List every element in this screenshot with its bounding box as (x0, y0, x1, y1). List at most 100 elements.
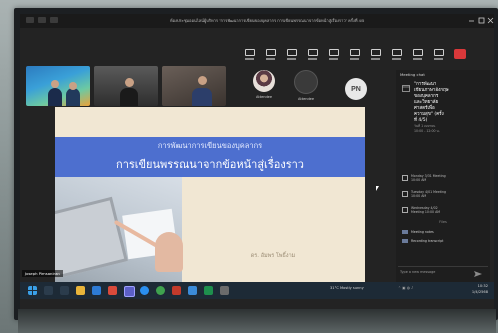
powerpoint-icon[interactable] (172, 286, 181, 295)
share-button[interactable] (433, 48, 444, 60)
participant-tile[interactable]: Attendee (290, 70, 322, 108)
react-icon (286, 48, 297, 56)
mouse-cursor-icon (376, 186, 379, 191)
back-icon[interactable] (38, 17, 46, 23)
office-icon[interactable] (108, 286, 117, 295)
search-icon[interactable] (44, 286, 53, 295)
toolbar-label (308, 57, 317, 60)
toolbar-label (413, 57, 422, 60)
participant-strip: Attendee Attendee (248, 70, 322, 110)
excel-icon[interactable] (204, 286, 213, 295)
schedule-item[interactable]: Tuesday 4/01 Meeting 10:00 AM (402, 190, 451, 198)
person-head (198, 76, 207, 85)
file-item[interactable]: Recording transcript (402, 239, 443, 243)
person-silhouette (120, 88, 138, 106)
video-tile-participant[interactable] (94, 66, 158, 106)
app-icon[interactable] (220, 286, 229, 295)
avatar (253, 70, 275, 92)
camera-icon (391, 48, 402, 56)
schedule-item[interactable]: Monday 3/31 Meeting 10:00 AM (402, 174, 451, 182)
share-icon (433, 48, 444, 56)
teams-icon[interactable] (124, 286, 135, 297)
file-icon (402, 239, 408, 243)
schedule-text: Wednesday 4/02 Meeting 10:00 AM (411, 206, 440, 214)
toolbar-label (350, 57, 359, 60)
window-title: ห้องประชุมออนไลน์ผู้บริหาร "การพัฒนาการเ… (170, 18, 365, 23)
tv-stand-area (18, 309, 496, 333)
windows-taskbar: 31°C Mostly sunny ⌃ ▣ ◍ ♪ 10:32 1/4/2568 (20, 282, 494, 299)
react-button[interactable] (286, 48, 297, 60)
toolbar-label (329, 57, 338, 60)
edge-browser-icon[interactable] (92, 286, 101, 295)
mic-button[interactable] (412, 48, 423, 60)
slide-subtitle: การพัฒนาการเขียนของบุคลากร (157, 141, 263, 150)
rooms-icon (328, 48, 339, 56)
calendar-icon (402, 85, 410, 92)
zoom-icon[interactable] (140, 286, 149, 295)
clock[interactable]: 10:32 (452, 284, 488, 288)
apps-icon[interactable] (26, 17, 34, 23)
toolbar-label (434, 57, 443, 60)
meeting-info-card[interactable]: "การพัฒนา เขียนภาษาอังกฤษ ของบุคลากร และวิท… (414, 82, 484, 133)
tv-screen: ห้องประชุมออนไลน์ผู้บริหาร "การพัฒนาการเ… (20, 14, 494, 309)
system-tray-icons[interactable]: ⌃ ▣ ◍ ♪ (398, 286, 413, 290)
apps-button[interactable] (349, 48, 360, 60)
chat-header: Meeting chat (400, 72, 425, 77)
person-silhouette (192, 88, 212, 106)
slide-title: การเขียนพรรณนาจากข้อหน้าสู่เรื่องราว (116, 158, 304, 171)
hand-image (155, 232, 183, 272)
file-explorer-icon[interactable] (76, 286, 85, 295)
person-silhouette (48, 88, 62, 106)
windows-start-icon[interactable] (28, 286, 37, 295)
toolbar-label (245, 57, 254, 60)
chat-input[interactable]: Type a new message (400, 270, 435, 274)
toolbar-label (266, 57, 275, 60)
video-tile-participant[interactable] (162, 66, 226, 106)
people-button[interactable] (265, 48, 276, 60)
rooms-button[interactable] (328, 48, 339, 60)
maximize-icon[interactable] (478, 17, 485, 24)
file-icon (402, 230, 408, 234)
camera-button[interactable] (391, 48, 402, 60)
forward-icon[interactable] (50, 17, 58, 23)
send-icon[interactable] (474, 271, 482, 277)
video-tile-presenter[interactable] (26, 66, 90, 106)
view-icon (307, 48, 318, 56)
schedule-text: Monday 3/31 Meeting 10:00 AM (411, 174, 446, 182)
calendar-icon (402, 175, 408, 181)
minimize-icon[interactable] (468, 17, 475, 24)
toolbar-label (287, 57, 296, 60)
close-icon[interactable] (487, 17, 494, 24)
person-silhouette (66, 88, 80, 106)
date[interactable]: 1/4/2568 (452, 290, 488, 294)
more-button[interactable] (370, 48, 381, 60)
laptop-image (55, 196, 128, 280)
speaker-name-tag: Joseph Pimsaniran (22, 270, 63, 277)
leave-button[interactable] (454, 49, 466, 59)
avatar (294, 70, 318, 94)
calendar-icon (402, 191, 408, 197)
participant-initials-avatar[interactable]: PN (345, 78, 367, 100)
meeting-titlebar: ห้องประชุมออนไลน์ผู้บริหาร "การพัฒนาการเ… (20, 14, 494, 28)
titlebar-left-icons (26, 17, 86, 25)
view-button[interactable] (307, 48, 318, 60)
apps-icon (349, 48, 360, 56)
task-view-icon[interactable] (60, 286, 69, 295)
file-name: Recording transcript (411, 239, 444, 243)
person-head (69, 82, 77, 90)
schedule-item[interactable]: Wednesday 4/02 Meeting 10:00 AM (402, 206, 451, 214)
meeting-chat-panel: Meeting chat "การพัฒนา เขียนภาษาอังกฤษ ของ… (396, 70, 490, 282)
word-icon[interactable] (188, 286, 197, 295)
weather-widget[interactable]: 31°C Mostly sunny (330, 286, 364, 290)
person-head (51, 80, 59, 88)
chat-icon (244, 48, 255, 56)
meeting-toolbar (244, 44, 466, 64)
chrome-icon[interactable] (156, 286, 165, 295)
file-item[interactable]: Meeting notes (402, 230, 434, 234)
chat-button[interactable] (244, 48, 255, 60)
toolbar-label (371, 57, 380, 60)
video-strip (26, 66, 226, 108)
slide-photo (55, 177, 183, 284)
toolbar-label (392, 57, 401, 60)
participant-tile[interactable]: Attendee (248, 70, 280, 108)
